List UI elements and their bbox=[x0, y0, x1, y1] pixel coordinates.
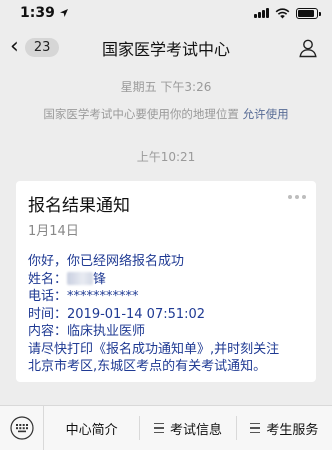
battery-fill bbox=[298, 9, 315, 17]
page-title: 国家医学考试中心 bbox=[101, 40, 230, 59]
menu-tab-label: 考试信息 bbox=[169, 422, 222, 438]
profile-icon[interactable] bbox=[298, 38, 318, 58]
keyboard-icon bbox=[9, 416, 34, 440]
status-bar: 1:39 bbox=[0, 0, 332, 26]
wifi-icon bbox=[275, 7, 290, 18]
card-line-name: 姓名： 锋 bbox=[28, 271, 306, 289]
menu-tab-label: 考生服务 bbox=[266, 422, 319, 438]
status-time: 1:39 bbox=[20, 5, 55, 21]
system-message: 国家医学考试中心要使用你的地理位置 允许使用 bbox=[0, 106, 332, 122]
card-title: 报名结果通知 bbox=[28, 196, 130, 216]
back-button[interactable]: ‹ 23 bbox=[10, 34, 60, 59]
card-body: 你好，你已经网络报名成功 姓名： 锋 电话：*********** 时间：2019… bbox=[28, 253, 306, 376]
system-message-text: 国家医学考试中心要使用你的地理位置 bbox=[43, 107, 239, 121]
status-right bbox=[254, 7, 321, 19]
timestamp: 上午10:21 bbox=[136, 150, 196, 164]
keyboard-button[interactable] bbox=[0, 405, 44, 450]
card-line-notice: 北京市考区,东城区考点的有关考试通知。 bbox=[28, 359, 267, 374]
bottom-menu-bar: 中心简介 考试信息 考生服务 bbox=[0, 405, 332, 450]
status-left: 1:39 bbox=[20, 5, 69, 21]
location-arrow-icon bbox=[59, 9, 68, 17]
notification-card[interactable]: 报名结果通知 1月14日 你好，你已经网络报名成功 姓名： 锋 电话：******… bbox=[16, 181, 316, 382]
card-line-phone: 电话：*********** bbox=[28, 289, 139, 304]
card-line-notice: 请尽快打印《报名成功通知单》,并时刻关注 bbox=[28, 341, 280, 357]
timestamp: 星期五 下午3:26 bbox=[120, 80, 212, 94]
back-chevron-icon: ‹ bbox=[10, 34, 19, 59]
card-line-content: 内容：临床执业医师 bbox=[28, 324, 146, 339]
menu-tab-label: 中心简介 bbox=[65, 422, 118, 438]
signal-icon bbox=[254, 8, 269, 18]
nav-bar: ‹ 23 国家医学考试中心 bbox=[0, 26, 332, 70]
card-line-greeting: 你好，你已经网络报名成功 bbox=[28, 254, 185, 269]
menu-icon bbox=[250, 422, 261, 434]
card-line-time: 时间：2019-01-14 07:51:02 bbox=[28, 306, 206, 322]
menu-icon bbox=[153, 422, 164, 434]
name-label: 姓名： bbox=[28, 271, 68, 287]
more-icon[interactable] bbox=[288, 195, 306, 199]
allow-location-link[interactable]: 允许使用 bbox=[243, 107, 289, 121]
name-redaction bbox=[67, 271, 94, 285]
menu-tab-candidate-service[interactable]: 考生服务 bbox=[237, 406, 332, 450]
menu-tab-exam-info[interactable]: 考试信息 bbox=[140, 406, 235, 450]
name-value: 锋 bbox=[93, 271, 107, 287]
unread-count-badge: 23 bbox=[24, 37, 60, 57]
battery-icon bbox=[296, 7, 321, 19]
card-date: 1月14日 bbox=[28, 224, 79, 239]
menu-tab-center-intro[interactable]: 中心简介 bbox=[44, 406, 139, 450]
